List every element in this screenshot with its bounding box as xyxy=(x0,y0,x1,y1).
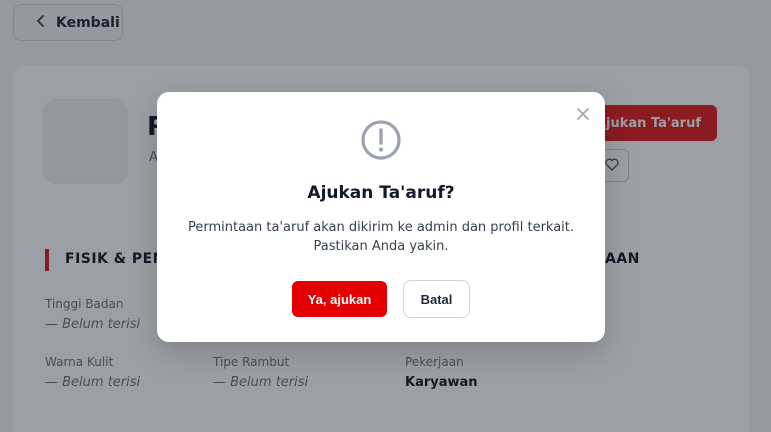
confirm-button[interactable]: Ya, ajukan xyxy=(292,281,387,317)
confirm-dialog: Ajukan Ta'aruf? Permintaan ta'aruf akan … xyxy=(157,92,605,342)
close-icon xyxy=(575,106,591,122)
dialog-message-line2: Pastikan Anda yakin. xyxy=(313,239,449,254)
cancel-button[interactable]: Batal xyxy=(403,280,470,318)
dialog-title: Ajukan Ta'aruf? xyxy=(307,183,455,203)
exclamation-circle-icon xyxy=(360,119,402,161)
dialog-message-line1: Permintaan ta'aruf akan dikirim ke admin… xyxy=(187,220,575,235)
close-button[interactable] xyxy=(575,106,591,122)
dialog-message: Permintaan ta'aruf akan dikirim ke admin… xyxy=(181,218,581,256)
